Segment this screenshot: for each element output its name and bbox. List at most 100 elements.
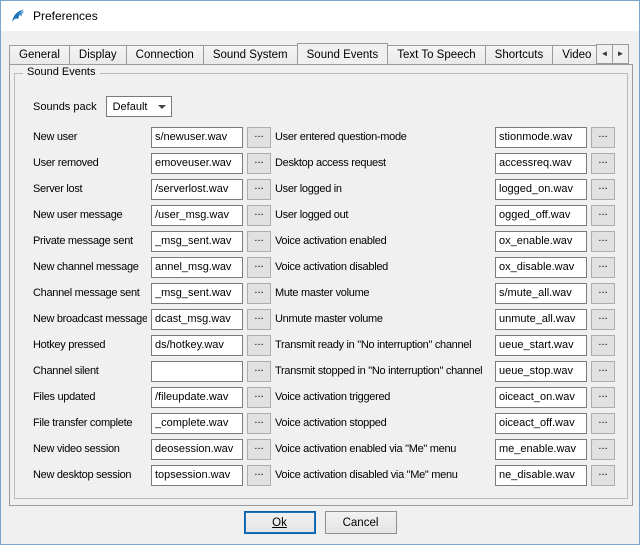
tab-bar: General Display Connection Sound System … (9, 43, 633, 64)
sound-file-input[interactable] (151, 179, 243, 200)
sound-event-label: New video session (33, 443, 147, 455)
browse-button[interactable]: ... (247, 283, 271, 304)
sound-event-label: Hotkey pressed (33, 339, 147, 351)
tab-sound-system[interactable]: Sound System (203, 45, 298, 64)
sound-file-input[interactable] (151, 361, 243, 382)
ok-button[interactable]: Ok (244, 511, 316, 534)
sound-file-input[interactable] (495, 361, 587, 382)
sound-file-input[interactable] (151, 205, 243, 226)
tab-label: Video (562, 49, 591, 61)
browse-button[interactable]: ... (247, 205, 271, 226)
sound-event-label: Private message sent (33, 235, 147, 247)
browse-button[interactable]: ... (591, 387, 615, 408)
sound-file-input[interactable] (495, 309, 587, 330)
browse-button[interactable]: ... (247, 387, 271, 408)
sound-file-input[interactable] (495, 127, 587, 148)
tab-scroll-left-button[interactable]: ◄ (596, 44, 613, 64)
sound-event-label: Voice activation triggered (275, 391, 491, 403)
browse-button[interactable]: ... (247, 127, 271, 148)
tab-connection[interactable]: Connection (126, 45, 204, 64)
sound-file-input[interactable] (151, 335, 243, 356)
browse-button[interactable]: ... (591, 439, 615, 460)
sound-event-label: User removed (33, 157, 147, 169)
sound-file-input[interactable] (495, 335, 587, 356)
browse-button[interactable]: ... (591, 361, 615, 382)
tab-sound-events[interactable]: Sound Events (297, 43, 389, 64)
browse-button[interactable]: ... (247, 257, 271, 278)
tab-label: Display (79, 49, 117, 61)
browse-button[interactable]: ... (591, 153, 615, 174)
sound-file-input[interactable] (151, 413, 243, 434)
browse-button[interactable]: ... (247, 465, 271, 486)
sound-file-input[interactable] (151, 127, 243, 148)
browse-button[interactable]: ... (247, 413, 271, 434)
sound-event-label: File transfer complete (33, 417, 147, 429)
browse-button[interactable]: ... (591, 465, 615, 486)
browse-button[interactable]: ... (247, 153, 271, 174)
sound-event-label: Mute master volume (275, 287, 491, 299)
sound-file-input[interactable] (495, 153, 587, 174)
sound-event-label: Channel message sent (33, 287, 147, 299)
sound-event-label: Files updated (33, 391, 147, 403)
sound-events-tab-page: Sound Events Sounds pack Default New use… (9, 64, 633, 506)
sound-file-input[interactable] (495, 413, 587, 434)
rows-right: User entered question-mode ... Desktop a… (275, 124, 615, 488)
tab-video[interactable]: Video (552, 45, 601, 64)
sound-event-label: Server lost (33, 183, 147, 195)
sounds-pack-combobox[interactable]: Default (106, 96, 172, 117)
browse-button[interactable]: ... (591, 205, 615, 226)
sound-file-input[interactable] (151, 465, 243, 486)
browse-button[interactable]: ... (591, 335, 615, 356)
browse-button[interactable]: ... (591, 413, 615, 434)
browse-button[interactable]: ... (591, 309, 615, 330)
tab-general[interactable]: General (9, 45, 70, 64)
browse-button[interactable]: ... (591, 283, 615, 304)
sound-event-label: Voice activation enabled (275, 235, 491, 247)
sound-file-input[interactable] (151, 387, 243, 408)
browse-button[interactable]: ... (591, 127, 615, 148)
tab-text-to-speech[interactable]: Text To Speech (387, 45, 485, 64)
sound-file-input[interactable] (151, 439, 243, 460)
browse-button[interactable]: ... (247, 309, 271, 330)
browse-button[interactable]: ... (247, 439, 271, 460)
sounds-pack-row: Sounds pack Default (33, 96, 172, 117)
tab-label: Shortcuts (495, 49, 544, 61)
sound-file-input[interactable] (151, 257, 243, 278)
sound-file-input[interactable] (151, 309, 243, 330)
cancel-button[interactable]: Cancel (325, 511, 397, 534)
tab-label: Sound System (213, 49, 288, 61)
browse-button[interactable]: ... (591, 257, 615, 278)
sound-event-label: New desktop session (33, 469, 147, 481)
tab-scroll-right-button[interactable]: ► (612, 44, 629, 64)
sound-file-input[interactable] (495, 231, 587, 252)
sound-event-label: Unmute master volume (275, 313, 491, 325)
window-title: Preferences (33, 9, 98, 23)
sounds-pack-label: Sounds pack (33, 101, 97, 113)
browse-button[interactable]: ... (591, 231, 615, 252)
sound-event-label: New channel message (33, 261, 147, 273)
sound-file-input[interactable] (151, 231, 243, 252)
sound-file-input[interactable] (151, 153, 243, 174)
tab-label: General (19, 49, 60, 61)
dialog-footer: Ok Cancel (1, 511, 639, 534)
sound-file-input[interactable] (151, 283, 243, 304)
app-icon (10, 8, 26, 24)
sound-file-input[interactable] (495, 439, 587, 460)
browse-button[interactable]: ... (247, 231, 271, 252)
sound-event-label: New user (33, 131, 147, 143)
sound-event-label: Voice activation disabled via "Me" menu (275, 469, 491, 481)
sound-event-label: User logged out (275, 209, 491, 221)
sound-event-label: User entered question-mode (275, 131, 491, 143)
browse-button[interactable]: ... (247, 179, 271, 200)
sound-file-input[interactable] (495, 257, 587, 278)
sound-file-input[interactable] (495, 387, 587, 408)
sound-file-input[interactable] (495, 205, 587, 226)
tab-display[interactable]: Display (69, 45, 127, 64)
sound-file-input[interactable] (495, 179, 587, 200)
browse-button[interactable]: ... (247, 335, 271, 356)
sound-file-input[interactable] (495, 283, 587, 304)
tab-shortcuts[interactable]: Shortcuts (485, 45, 554, 64)
sound-file-input[interactable] (495, 465, 587, 486)
browse-button[interactable]: ... (591, 179, 615, 200)
browse-button[interactable]: ... (247, 361, 271, 382)
